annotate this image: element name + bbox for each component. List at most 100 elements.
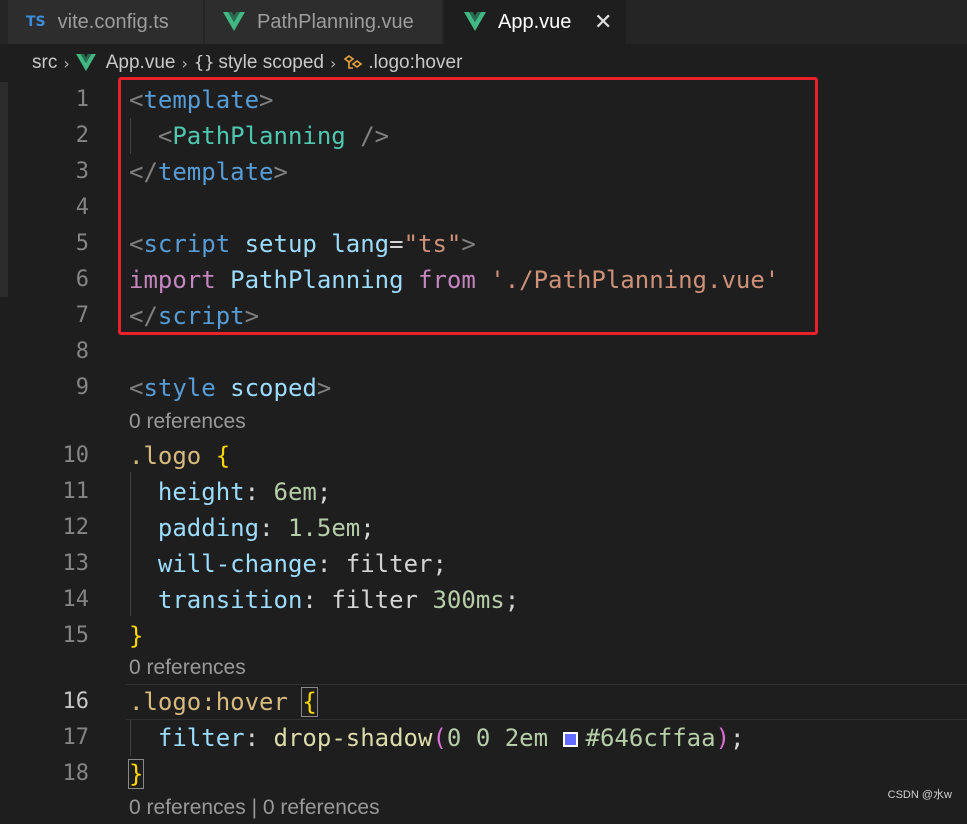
line-number: 9 [75, 375, 89, 400]
code-text: height: 6em; [129, 474, 331, 510]
watermark: CSDN @水w [887, 789, 952, 801]
breadcrumb-item-style-scoped[interactable]: style scoped [218, 52, 324, 74]
code-line[interactable]: 16 .logo:hover { [0, 684, 967, 720]
punct: ; [316, 478, 332, 506]
css-selector: .logo:hover [129, 688, 288, 716]
code-line[interactable]: 10 .logo { [0, 438, 967, 474]
tab-app-vue[interactable]: App.vue ✕ [444, 0, 626, 44]
css-selector: .logo [129, 442, 202, 470]
line-number: 14 [62, 587, 90, 612]
tab-bar: TS vite.config.ts PathPlanning.vue App.v… [0, 0, 967, 44]
css-number: 300ms [432, 586, 505, 614]
punct: ; [360, 514, 375, 542]
chevron-right-icon: › [181, 53, 188, 73]
braces-icon: {} [193, 53, 215, 73]
code-text: transition: filter 300ms; [129, 582, 519, 618]
punct: ; [504, 586, 520, 614]
brace: } [127, 759, 145, 789]
css-number: 1.5em [287, 514, 361, 542]
punct: : [244, 724, 260, 752]
code-editor[interactable]: 1 <template> 2 <PathPlanning /> 3 </temp… [0, 77, 967, 819]
codelens-references[interactable]: 0 references [129, 652, 246, 684]
code-line[interactable]: 11 height: 6em; [0, 474, 967, 510]
color-swatch[interactable] [562, 732, 578, 747]
code-text: will-change: filter; [129, 546, 447, 582]
punct: > [316, 374, 332, 402]
punct: < [129, 374, 144, 402]
tab-vite-config[interactable]: TS vite.config.ts [8, 0, 203, 44]
line-number: 16 [62, 689, 90, 714]
tab-label: App.vue [498, 10, 572, 33]
paren: ) [715, 724, 731, 752]
tag-name: style [143, 374, 216, 402]
tab-pathplanning-vue[interactable]: PathPlanning.vue [205, 0, 442, 44]
code-line[interactable]: 17 filter: drop-shadow(0 0 2em #646cffaa… [0, 720, 967, 756]
brace: { [301, 687, 318, 717]
code-line[interactable]: 13 will-change: filter; [0, 546, 967, 582]
line-number: 6 [75, 267, 89, 292]
css-value: filter [345, 550, 433, 578]
line-number: 12 [62, 515, 90, 540]
css-property: transition [157, 586, 303, 614]
vue-icon [223, 12, 245, 31]
line-number: 4 [75, 195, 89, 220]
vue-icon [75, 54, 96, 72]
vue-icon [464, 12, 486, 31]
punct: : [244, 478, 260, 506]
codelens-references[interactable]: 0 references [129, 406, 246, 438]
chevron-right-icon: › [63, 53, 70, 73]
css-function: drop-shadow [273, 724, 433, 752]
punct: ; [432, 550, 447, 578]
line-number: 8 [75, 339, 89, 364]
punct: : [259, 514, 274, 542]
line-number: 15 [62, 623, 90, 648]
codelens-references[interactable]: 0 references | 0 references [129, 792, 380, 824]
line-number: 2 [75, 123, 89, 148]
paren: ( [432, 724, 447, 752]
line-number: 11 [62, 479, 90, 504]
code-text: .logo { [129, 438, 230, 474]
code-text: } [129, 618, 143, 654]
css-color: #646cffaa [585, 724, 716, 752]
code-line[interactable]: 12 padding: 1.5em; [0, 510, 967, 546]
punct: ; [730, 724, 745, 752]
code-line[interactable]: 14 transition: filter 300ms; [0, 582, 967, 618]
line-number: 10 [62, 443, 90, 468]
css-property: height [157, 478, 245, 506]
chevron-right-icon: › [329, 53, 337, 73]
red-highlight-box [118, 77, 818, 335]
line-number: 3 [75, 159, 89, 184]
breadcrumb-item-app-vue[interactable]: App.vue [106, 52, 176, 74]
line-number: 5 [75, 231, 89, 256]
line-number: 7 [75, 303, 89, 328]
typescript-icon: TS [26, 14, 46, 30]
breadcrumb-item-logo-hover[interactable]: .logo:hover [368, 52, 462, 74]
code-line[interactable]: 9 <style scoped> [0, 370, 967, 406]
css-class-icon [344, 55, 363, 69]
breadcrumb-item-src[interactable]: src [32, 52, 57, 74]
line-number: 18 [62, 761, 90, 786]
code-text: } [127, 756, 145, 792]
tab-label: PathPlanning.vue [257, 10, 414, 33]
line-number: 13 [62, 551, 90, 576]
css-number: 0 0 2em [446, 724, 549, 752]
code-line[interactable]: 18 } [0, 756, 967, 792]
code-text: filter: drop-shadow(0 0 2em #646cffaa); [129, 720, 745, 756]
code-text: .logo:hover { [129, 684, 318, 720]
punct: : [316, 550, 332, 578]
css-value: filter [331, 586, 419, 614]
css-property: filter [157, 724, 245, 752]
line-number: 1 [75, 87, 89, 112]
code-line[interactable]: 15 } [0, 618, 967, 654]
tab-label: vite.config.ts [57, 10, 169, 33]
code-text: <style scoped> [129, 370, 331, 406]
code-text: padding: 1.5em; [129, 510, 375, 546]
attribute: scoped [230, 374, 317, 402]
css-property: padding [157, 514, 260, 542]
code-line[interactable]: 8 [0, 334, 967, 370]
punct: : [302, 586, 317, 614]
line-number: 17 [62, 725, 90, 750]
brace: } [129, 622, 144, 650]
close-icon[interactable]: ✕ [594, 10, 612, 35]
css-property: will-change [157, 550, 317, 578]
